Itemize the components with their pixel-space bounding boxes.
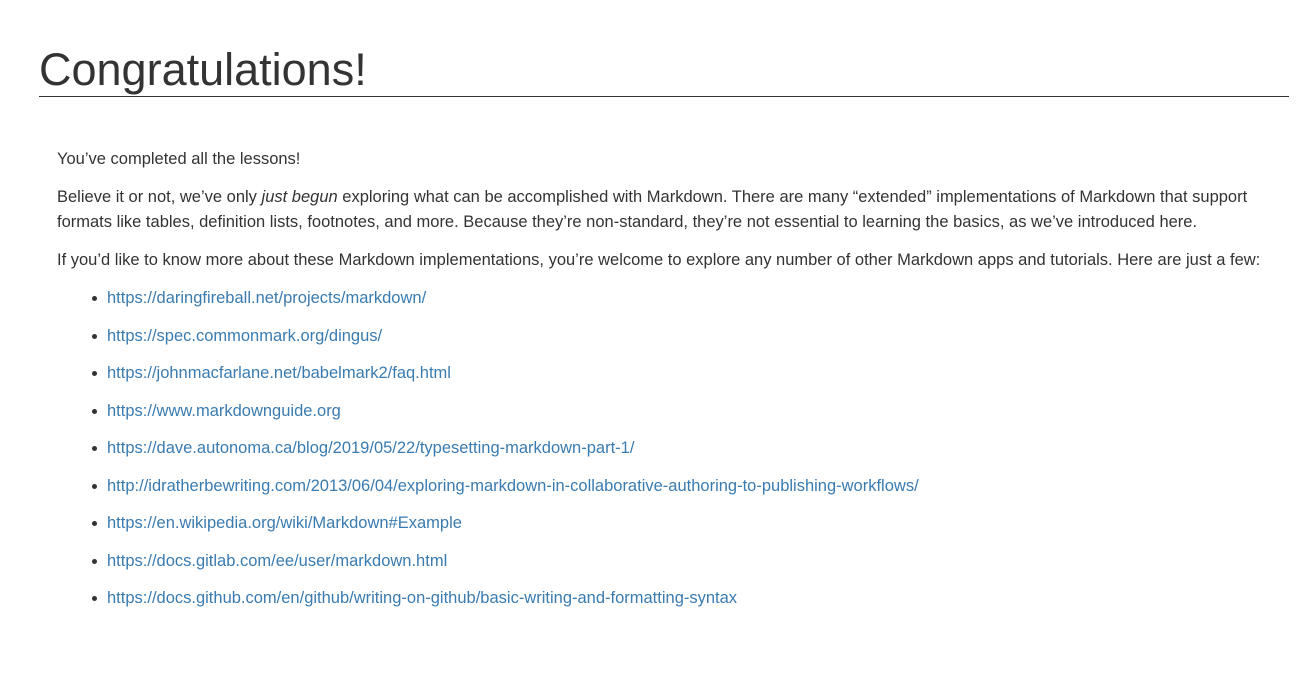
bullet-icon (92, 558, 97, 564)
resources-intro-paragraph: If you’d like to know more about these M… (57, 251, 1261, 269)
list-item: https://en.wikipedia.org/wiki/Markdown#E… (57, 511, 1267, 536)
page-title: Congratulations! (39, 44, 367, 95)
bullet-icon (92, 596, 97, 601)
bullet-icon (92, 408, 97, 414)
bullet-icon (92, 521, 97, 526)
list-item: https://daringfireball.net/projects/mark… (57, 286, 1267, 311)
extended-implementations-paragraph: Believe it or not, we’ve only just begun… (57, 185, 1267, 235)
resource-link[interactable]: https://docs.github.com/en/github/writin… (107, 589, 737, 607)
title-divider (39, 96, 1289, 97)
bullet-icon (92, 333, 97, 339)
resource-link[interactable]: https://spec.commonmark.org/dingus/ (107, 327, 382, 345)
list-item: https://docs.gitlab.com/ee/user/markdown… (57, 549, 1267, 574)
resource-link[interactable]: https://en.wikipedia.org/wiki/Markdown#E… (107, 514, 462, 532)
resource-link[interactable]: http://idratherbewriting.com/2013/06/04/… (107, 477, 919, 495)
bullet-icon (92, 446, 97, 451)
intro-paragraph: You’ve completed all the lessons! (57, 150, 301, 168)
resource-link-list: https://daringfireball.net/projects/mark… (57, 286, 1267, 611)
paragraph-text-before: Believe it or not, we’ve only (57, 188, 262, 206)
emphasis-text: just begun (261, 188, 338, 206)
lesson-content: You’ve completed all the lessons! Believ… (57, 147, 1267, 624)
list-item: https://docs.github.com/en/github/writin… (57, 586, 1267, 611)
list-item: https://johnmacfarlane.net/babelmark2/fa… (57, 361, 1267, 386)
list-item: https://dave.autonoma.ca/blog/2019/05/22… (57, 436, 1267, 461)
resource-link[interactable]: https://www.markdownguide.org (107, 402, 341, 420)
resource-link[interactable]: https://daringfireball.net/projects/mark… (107, 289, 426, 307)
bullet-icon (92, 483, 97, 489)
list-item: http://idratherbewriting.com/2013/06/04/… (57, 474, 1267, 499)
resource-link[interactable]: https://johnmacfarlane.net/babelmark2/fa… (107, 364, 451, 382)
list-item: https://spec.commonmark.org/dingus/ (57, 324, 1267, 349)
list-item: https://www.markdownguide.org (57, 399, 1267, 424)
resource-link[interactable]: https://dave.autonoma.ca/blog/2019/05/22… (107, 439, 634, 457)
resource-link[interactable]: https://docs.gitlab.com/ee/user/markdown… (107, 552, 447, 570)
bullet-icon (92, 371, 97, 376)
bullet-icon (92, 296, 97, 301)
